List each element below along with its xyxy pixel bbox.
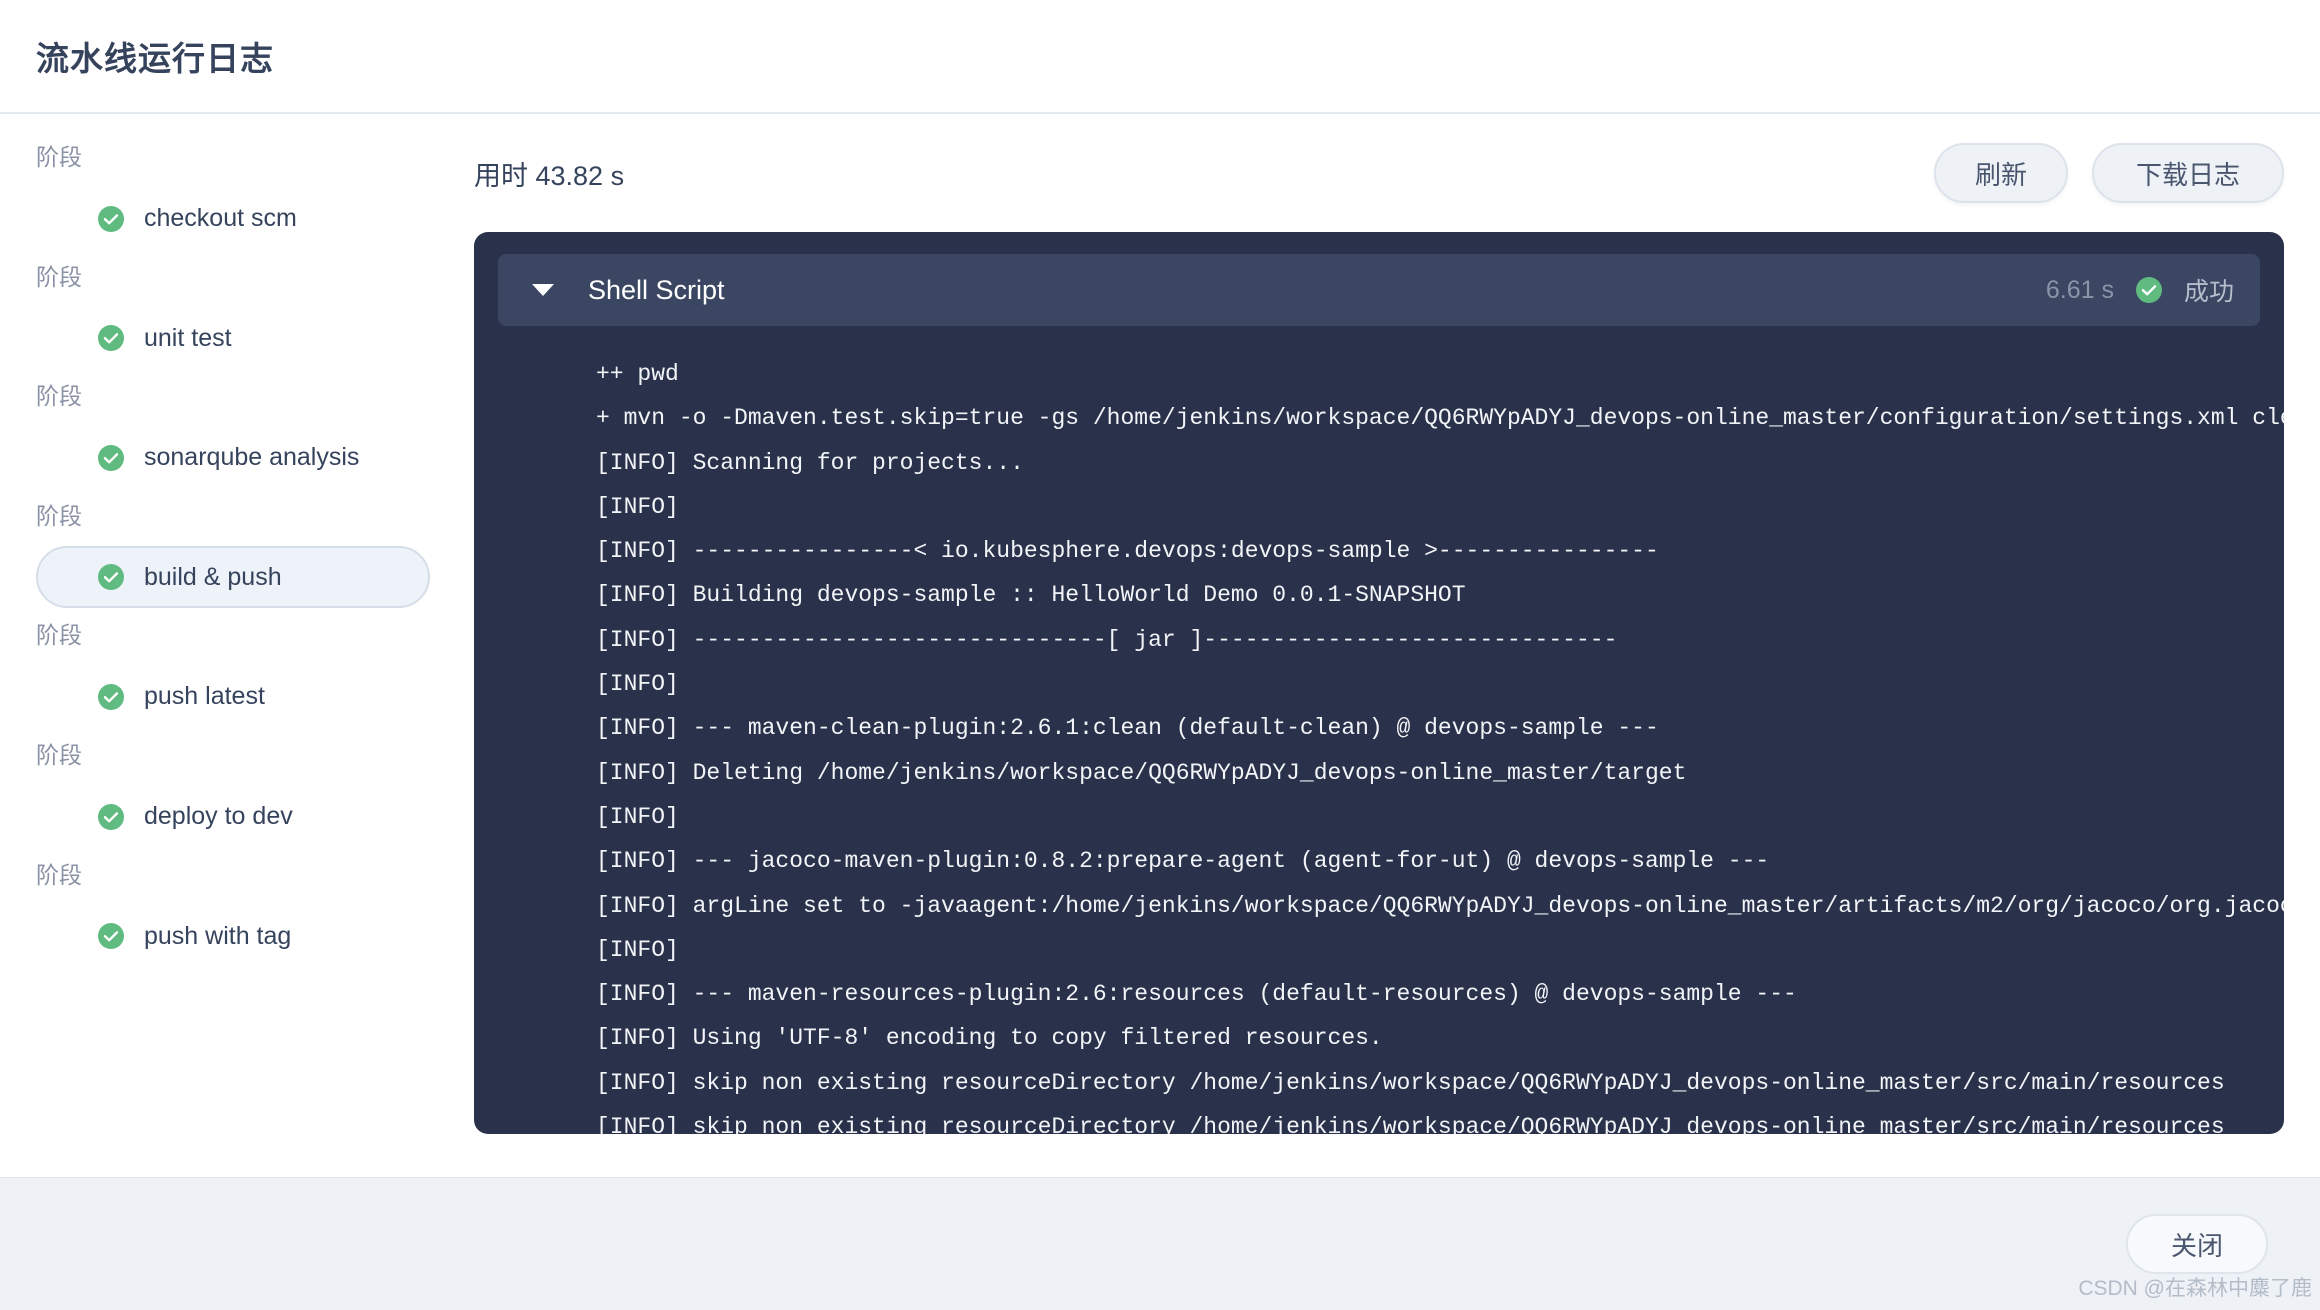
success-check-icon [2135, 277, 2162, 303]
sidebar-item-label: unit test [144, 323, 232, 352]
stage-group-label: 阶段 [36, 741, 82, 768]
sidebar-item-deploy-to-dev[interactable]: deploy to dev [36, 786, 430, 848]
stage-group-label: 阶段 [36, 861, 82, 888]
stage-group: 阶段 checkout scm [0, 144, 466, 250]
success-check-icon [98, 564, 124, 591]
sidebar-item-unit-test[interactable]: unit test [36, 307, 430, 369]
log-line: [INFO] [596, 493, 679, 520]
stage-group-label: 阶段 [36, 144, 82, 170]
pipeline-log-dialog: 流水线运行日志 阶段 checkout scm 阶段 unit test 阶段 sonar… [0, 0, 2320, 1310]
step-status: 成功 [2183, 278, 2234, 306]
log-line: [INFO] [596, 803, 679, 830]
log-line: [INFO] Scanning for projects... [596, 449, 1024, 476]
stage-list: 阶段 checkout scm 阶段 unit test 阶段 sonarqube ana… [0, 144, 466, 967]
success-check-icon [98, 923, 124, 950]
log-line: [INFO] argLine set to -javaagent:/home/j… [596, 892, 2284, 919]
sidebar-item-push-with-tag[interactable]: push with tag [36, 905, 430, 967]
stage-group: 阶段 deploy to dev [0, 742, 466, 848]
log-line: ++ pwd [596, 361, 679, 387]
page-title: 流水线运行日志 [36, 40, 274, 77]
log-line: [INFO] [596, 936, 679, 963]
stage-group-label: 阶段 [36, 502, 82, 529]
toolbar-actions: 刷新 下载日志 [1934, 143, 2284, 203]
stage-group: 阶段 push latest [0, 622, 466, 728]
success-check-icon [98, 205, 124, 232]
sidebar-item-label: push latest [144, 682, 265, 711]
close-button[interactable]: 关闭 [2126, 1214, 2268, 1274]
log-line: [INFO] ----------------< io.kubesphere.d… [596, 538, 1659, 565]
sidebar-item-sonarqube-analysis[interactable]: sonarqube analysis [36, 427, 430, 489]
stage-group-label: 阶段 [36, 263, 82, 290]
stage-group: 阶段 build & push [0, 503, 466, 609]
log-line: [INFO] [596, 671, 679, 698]
stage-group: 阶段 sonarqube analysis [0, 383, 466, 489]
dialog-titlebar: 流水线运行日志 [0, 0, 2320, 114]
log-line: [INFO] --- maven-resources-plugin:2.6:re… [596, 981, 1797, 1008]
log-line: [INFO] --- maven-clean-plugin:2.6.1:clea… [596, 715, 1659, 742]
stage-sidebar: 阶段 checkout scm 阶段 unit test 阶段 sonarqube ana… [0, 114, 466, 1177]
log-line: [INFO] skip non existing resourceDirecto… [596, 1114, 2225, 1134]
download-log-button[interactable]: 下载日志 [2092, 143, 2284, 203]
sidebar-item-checkout-scm[interactable]: checkout scm [36, 188, 430, 250]
log-main: 用时 43.82 s 刷新 下载日志 Shell Script 6.61 s 成… [466, 114, 2320, 1177]
chevron-down-icon[interactable] [532, 284, 554, 296]
sidebar-item-push-latest[interactable]: push latest [36, 666, 430, 728]
sidebar-item-build-push[interactable]: build & push [36, 546, 430, 609]
stage-group: 阶段 push with tag [0, 862, 466, 968]
sidebar-item-label: build & push [144, 562, 282, 591]
elapsed-time: 用时 43.82 s [474, 160, 625, 191]
stage-group: 阶段 unit test [0, 264, 466, 370]
success-check-icon [98, 325, 124, 352]
watermark: CSDN @在森林中麋了鹿 [2078, 1277, 2312, 1300]
sidebar-item-label: deploy to dev [144, 802, 293, 831]
step-header-shell-script[interactable]: Shell Script 6.61 s 成功 [498, 254, 2260, 326]
refresh-button[interactable]: 刷新 [1934, 143, 2068, 203]
dialog-body: 阶段 checkout scm 阶段 unit test 阶段 sonarqube ana… [0, 114, 2320, 1177]
sidebar-item-label: sonarqube analysis [144, 443, 360, 472]
sidebar-item-label: checkout scm [144, 204, 297, 233]
step-title: Shell Script [588, 274, 725, 305]
log-line: [INFO] Using 'UTF-8' encoding to copy fi… [596, 1025, 1383, 1052]
log-output: ++ pwd + mvn -o -Dmaven.test.skip=true -g… [474, 326, 2284, 1134]
step-meta: 6.61 s 成功 [2046, 272, 2234, 308]
log-line: [INFO] Building devops-sample :: HelloWo… [596, 582, 1466, 609]
log-line: [INFO] --- jacoco-maven-plugin:0.8.2:pre… [596, 848, 1770, 875]
log-toolbar: 用时 43.82 s 刷新 下载日志 [466, 114, 2284, 232]
log-line: [INFO] skip non existing resourceDirecto… [596, 1069, 2225, 1096]
success-check-icon [98, 444, 124, 471]
step-duration: 6.61 s [2045, 275, 2114, 304]
stage-group-label: 阶段 [36, 622, 82, 649]
success-check-icon [98, 683, 124, 710]
sidebar-item-label: push with tag [144, 921, 292, 950]
log-panel[interactable]: Shell Script 6.61 s 成功 ++ pwd + mvn -o -D… [474, 232, 2284, 1134]
log-line: + mvn -o -Dmaven.test.skip=true -gs /hom… [596, 405, 2284, 432]
log-line: [INFO] ------------------------------[ j… [596, 626, 1618, 653]
log-line: [INFO] Deleting /home/jenkins/workspace/… [596, 759, 1687, 786]
stage-group-label: 阶段 [36, 383, 82, 410]
dialog-footer: 关闭 CSDN @在森林中麋了鹿 [0, 1177, 2320, 1310]
success-check-icon [98, 803, 124, 830]
